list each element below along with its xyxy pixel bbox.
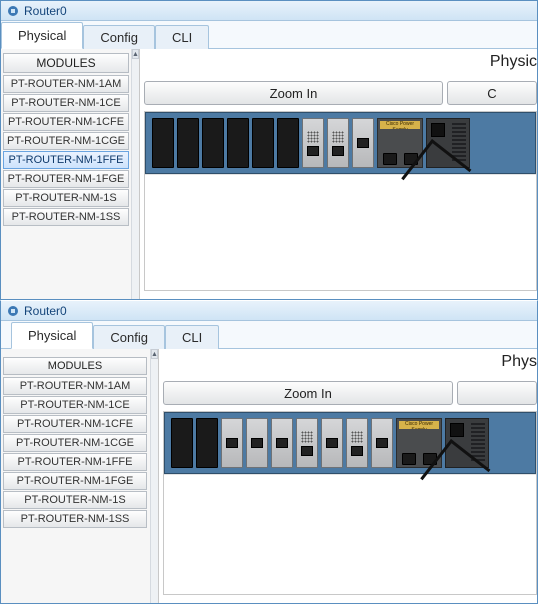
titlebar[interactable]: Router0 (1, 1, 537, 21)
modules-sidebar: MODULES PT-ROUTER-NM-1AM PT-ROUTER-NM-1C… (1, 49, 140, 299)
power-switch[interactable] (450, 423, 464, 437)
titlebar[interactable]: Router0 (1, 301, 537, 321)
window-title: Router0 (24, 4, 67, 18)
power-switch[interactable] (431, 123, 445, 137)
sidebar-scrollbar[interactable]: ▲ (131, 49, 139, 299)
installed-module[interactable] (271, 418, 293, 468)
app-window-1: Router0 Physical Config CLI MODULES PT-R… (0, 0, 538, 300)
installed-module[interactable] (371, 418, 393, 468)
device-view-container: Cisco Power Supply (163, 411, 537, 595)
toolbar-row: Zoom In C (144, 81, 537, 105)
empty-slot[interactable] (277, 118, 299, 168)
psu-label: Cisco Power Supply (399, 421, 439, 429)
empty-slot[interactable] (227, 118, 249, 168)
module-item[interactable]: PT-ROUTER-NM-1SS (3, 208, 129, 226)
installed-module[interactable] (346, 418, 368, 468)
main-panel: Physic Zoom In C Cisco Power Sup (140, 49, 537, 299)
tab-config[interactable]: Config (83, 25, 155, 49)
zoom-in-button[interactable]: Zoom In (144, 81, 443, 105)
installed-module[interactable] (296, 418, 318, 468)
installed-module[interactable] (302, 118, 324, 168)
mgmt-port[interactable] (383, 153, 397, 165)
tab-cli[interactable]: CLI (165, 325, 219, 349)
section-title: Physic (490, 53, 537, 71)
router-chassis[interactable]: Cisco Power Supply (164, 412, 536, 474)
module-item[interactable]: PT-ROUTER-NM-1FGE (3, 170, 129, 188)
router-icon (6, 4, 20, 18)
module-item[interactable]: PT-ROUTER-NM-1S (3, 189, 129, 207)
window-title: Router0 (24, 304, 67, 318)
zoom-in-button[interactable]: Zoom In (163, 381, 453, 405)
tab-physical[interactable]: Physical (1, 22, 83, 49)
empty-slot[interactable] (171, 418, 193, 468)
module-item[interactable]: PT-ROUTER-NM-1FGE (3, 472, 147, 490)
content-area: MODULES PT-ROUTER-NM-1AM PT-ROUTER-NM-1C… (1, 349, 537, 603)
module-item[interactable]: PT-ROUTER-NM-1CE (3, 396, 147, 414)
module-item[interactable]: PT-ROUTER-NM-1CFE (3, 415, 147, 433)
power-block (445, 418, 489, 468)
installed-module[interactable] (352, 118, 374, 168)
module-item[interactable]: PT-ROUTER-NM-1FFE (3, 453, 147, 471)
module-item[interactable]: PT-ROUTER-NM-1SS (3, 510, 147, 528)
main-panel: Phys Zoom In Cisco Power Supply (159, 349, 537, 603)
empty-slot[interactable] (252, 118, 274, 168)
installed-module[interactable] (221, 418, 243, 468)
tab-cli[interactable]: CLI (155, 25, 209, 49)
modules-sidebar: MODULES PT-ROUTER-NM-1AM PT-ROUTER-NM-1C… (1, 349, 159, 603)
scroll-up-icon[interactable]: ▲ (151, 349, 158, 359)
module-item[interactable]: PT-ROUTER-NM-1CE (3, 94, 129, 112)
modules-header: MODULES (3, 357, 147, 375)
secondary-button[interactable] (457, 381, 537, 405)
router-chassis[interactable]: Cisco Power Supply (145, 112, 536, 174)
app-window-2: Router0 Physical Config CLI MODULES PT-R… (0, 300, 538, 604)
psu-label: Cisco Power Supply (380, 121, 420, 129)
tab-config[interactable]: Config (93, 325, 165, 349)
empty-slot[interactable] (177, 118, 199, 168)
device-view-container: Cisco Power Supply (144, 111, 537, 291)
module-item[interactable]: PT-ROUTER-NM-1CFE (3, 113, 129, 131)
device-canvas[interactable] (164, 474, 536, 594)
power-block (426, 118, 470, 168)
module-item[interactable]: PT-ROUTER-NM-1CGE (3, 132, 129, 150)
modules-header: MODULES (3, 53, 129, 73)
router-icon (6, 304, 20, 318)
device-canvas[interactable] (145, 174, 536, 290)
content-area: MODULES PT-ROUTER-NM-1AM PT-ROUTER-NM-1C… (1, 49, 537, 299)
module-item-selected[interactable]: PT-ROUTER-NM-1FFE (3, 151, 129, 169)
sidebar-scrollbar[interactable]: ▲ (150, 349, 158, 603)
empty-slot[interactable] (202, 118, 224, 168)
empty-slot[interactable] (196, 418, 218, 468)
installed-module[interactable] (246, 418, 268, 468)
tab-bar: Physical Config CLI (1, 321, 537, 349)
scroll-up-icon[interactable]: ▲ (132, 49, 139, 59)
secondary-button[interactable]: C (447, 81, 537, 105)
installed-module[interactable] (327, 118, 349, 168)
empty-slot[interactable] (152, 118, 174, 168)
module-item[interactable]: PT-ROUTER-NM-1AM (3, 75, 129, 93)
module-item[interactable]: PT-ROUTER-NM-1AM (3, 377, 147, 395)
module-item[interactable]: PT-ROUTER-NM-1S (3, 491, 147, 509)
module-item[interactable]: PT-ROUTER-NM-1CGE (3, 434, 147, 452)
tab-bar: Physical Config CLI (1, 21, 537, 49)
toolbar-row: Zoom In (163, 381, 537, 405)
mgmt-port[interactable] (402, 453, 416, 465)
section-title: Phys (501, 353, 537, 371)
installed-module[interactable] (321, 418, 343, 468)
tab-physical[interactable]: Physical (11, 322, 93, 349)
